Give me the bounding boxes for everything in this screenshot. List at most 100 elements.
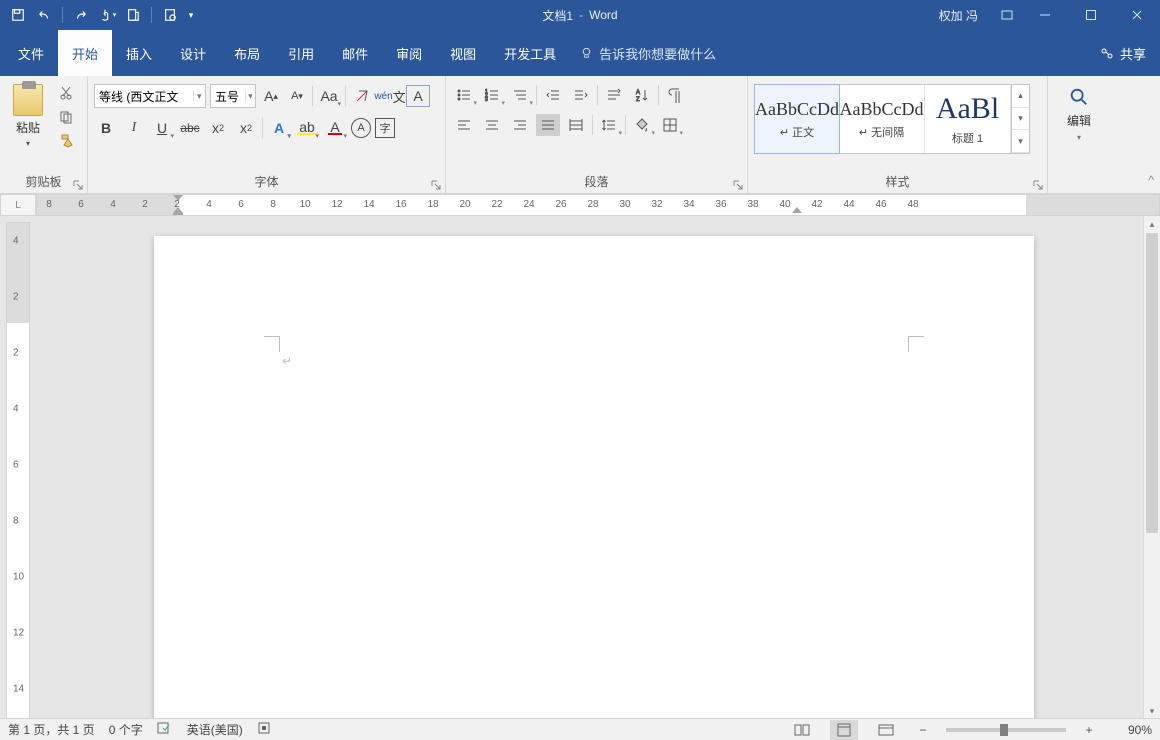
distributed-button[interactable]	[564, 114, 588, 136]
align-left-button[interactable]	[452, 114, 476, 136]
language-status[interactable]: 英语(美国)	[187, 721, 243, 738]
font-size-combo[interactable]: ▾	[210, 84, 256, 108]
zoom-thumb[interactable]	[1000, 724, 1008, 736]
zoom-in-button[interactable]: +	[1080, 723, 1098, 737]
char-shading-button[interactable]: A	[351, 118, 371, 138]
page[interactable]: ↵	[154, 236, 1034, 720]
zoom-slider[interactable]	[946, 728, 1066, 732]
format-painter-icon[interactable]	[56, 132, 76, 150]
spellcheck-icon[interactable]	[157, 721, 173, 738]
hanging-indent-icon[interactable]	[173, 207, 183, 216]
ribbon-display-icon[interactable]	[992, 8, 1022, 22]
scroll-up-icon[interactable]: ▴	[1144, 216, 1160, 233]
copy-icon[interactable]	[56, 108, 76, 126]
borders-button[interactable]: ▾	[658, 114, 682, 136]
show-marks-button[interactable]	[663, 84, 687, 106]
cut-icon[interactable]	[56, 84, 76, 102]
bold-button[interactable]: B	[94, 116, 118, 140]
ltr-button[interactable]	[602, 84, 626, 106]
sort-button[interactable]: AZ	[630, 84, 654, 106]
tab-home[interactable]: 开始	[58, 30, 112, 76]
shrink-font-button[interactable]: A▾	[286, 84, 308, 108]
change-case-button[interactable]: Aa▾	[317, 84, 341, 108]
grow-font-button[interactable]: A▴	[260, 84, 282, 108]
align-right-button[interactable]	[508, 114, 532, 136]
first-line-indent-icon[interactable]	[173, 195, 183, 205]
document-viewport[interactable]: ↵	[36, 216, 1160, 720]
multilevel-list-button[interactable]: ▾	[508, 84, 532, 106]
font-color-button[interactable]: A▾	[323, 116, 347, 140]
tab-layout[interactable]: 布局	[220, 30, 274, 76]
style-normal[interactable]: AaBbCcDd ↵ 正文	[754, 84, 840, 154]
superscript-button[interactable]: x2	[234, 116, 258, 140]
style-no-spacing[interactable]: AaBbCcDd ↵ 无间隔	[839, 85, 925, 153]
font-name-input[interactable]	[95, 85, 193, 107]
styles-launcher-icon[interactable]	[1032, 178, 1044, 190]
tab-view[interactable]: 视图	[436, 30, 490, 76]
redo-icon[interactable]	[69, 3, 93, 27]
scroll-thumb[interactable]	[1146, 233, 1158, 533]
gallery-up-icon[interactable]: ▴	[1012, 85, 1029, 108]
new-doc-icon[interactable]	[121, 3, 145, 27]
chevron-down-icon[interactable]: ▾	[193, 91, 205, 102]
align-center-button[interactable]	[480, 114, 504, 136]
horizontal-ruler[interactable]: 8642246810121416182022242628303234363840…	[36, 194, 1160, 216]
collapse-ribbon-icon[interactable]: ^	[1148, 173, 1154, 187]
increase-indent-button[interactable]	[569, 84, 593, 106]
subscript-button[interactable]: x2	[206, 116, 230, 140]
chevron-down-icon[interactable]: ▾	[245, 91, 255, 102]
tab-review[interactable]: 审阅	[382, 30, 436, 76]
phonetic-guide-button[interactable]: wén文	[378, 84, 402, 108]
font-name-combo[interactable]: ▾	[94, 84, 206, 108]
gallery-down-icon[interactable]: ▾	[1012, 108, 1029, 131]
tab-insert[interactable]: 插入	[112, 30, 166, 76]
minimize-button[interactable]	[1022, 0, 1068, 30]
line-spacing-button[interactable]: ▾	[597, 114, 621, 136]
page-status[interactable]: 第 1 页，共 1 页	[8, 721, 95, 738]
tab-selector[interactable]: L	[0, 194, 36, 216]
print-layout-button[interactable]	[830, 720, 858, 740]
tell-me-search[interactable]: 告诉我你想要做什么	[580, 44, 716, 63]
read-mode-button[interactable]	[788, 720, 816, 740]
shading-button[interactable]: ▾	[630, 114, 654, 136]
tab-references[interactable]: 引用	[274, 30, 328, 76]
highlight-button[interactable]: ab▾	[295, 116, 319, 140]
qat-customize-icon[interactable]: ▾	[184, 3, 198, 27]
strikethrough-button[interactable]: abc	[178, 116, 202, 140]
tab-developer[interactable]: 开发工具	[490, 30, 570, 76]
bullets-button[interactable]: ▾	[452, 84, 476, 106]
user-name[interactable]: 权加 冯	[925, 7, 992, 24]
word-count[interactable]: 0 个字	[109, 721, 143, 738]
italic-button[interactable]: I	[122, 116, 146, 140]
paragraph-launcher-icon[interactable]	[732, 178, 744, 190]
char-border-button[interactable]: A	[406, 85, 430, 107]
text-effects-button[interactable]: A▾	[267, 116, 291, 140]
zoom-out-button[interactable]: −	[914, 723, 932, 737]
touch-mode-icon[interactable]: ▾	[95, 3, 119, 27]
vertical-ruler[interactable]: 422468101214	[6, 222, 30, 720]
macro-record-icon[interactable]	[257, 721, 271, 738]
web-layout-button[interactable]	[872, 720, 900, 740]
print-preview-icon[interactable]	[158, 3, 182, 27]
font-launcher-icon[interactable]	[430, 178, 442, 190]
clear-format-button[interactable]	[350, 84, 374, 108]
tab-design[interactable]: 设计	[166, 30, 220, 76]
paste-button[interactable]: 粘贴 ▾	[6, 80, 50, 148]
save-icon[interactable]	[6, 3, 30, 27]
maximize-button[interactable]	[1068, 0, 1114, 30]
underline-button[interactable]: U▾	[150, 116, 174, 140]
undo-icon[interactable]	[32, 3, 56, 27]
font-size-input[interactable]	[211, 85, 245, 107]
share-button[interactable]: 共享	[1086, 30, 1160, 76]
vertical-scrollbar[interactable]: ▴ ▾	[1143, 216, 1160, 720]
clipboard-launcher-icon[interactable]	[72, 178, 84, 190]
tab-mailings[interactable]: 邮件	[328, 30, 382, 76]
numbering-button[interactable]: 123▾	[480, 84, 504, 106]
justify-button[interactable]	[536, 114, 560, 136]
right-indent-icon[interactable]	[792, 207, 802, 216]
decrease-indent-button[interactable]	[541, 84, 565, 106]
style-heading1[interactable]: AaBl 标题 1	[925, 85, 1011, 153]
close-button[interactable]	[1114, 0, 1160, 30]
tab-file[interactable]: 文件	[4, 30, 58, 76]
enclose-char-button[interactable]: 字	[375, 118, 395, 138]
